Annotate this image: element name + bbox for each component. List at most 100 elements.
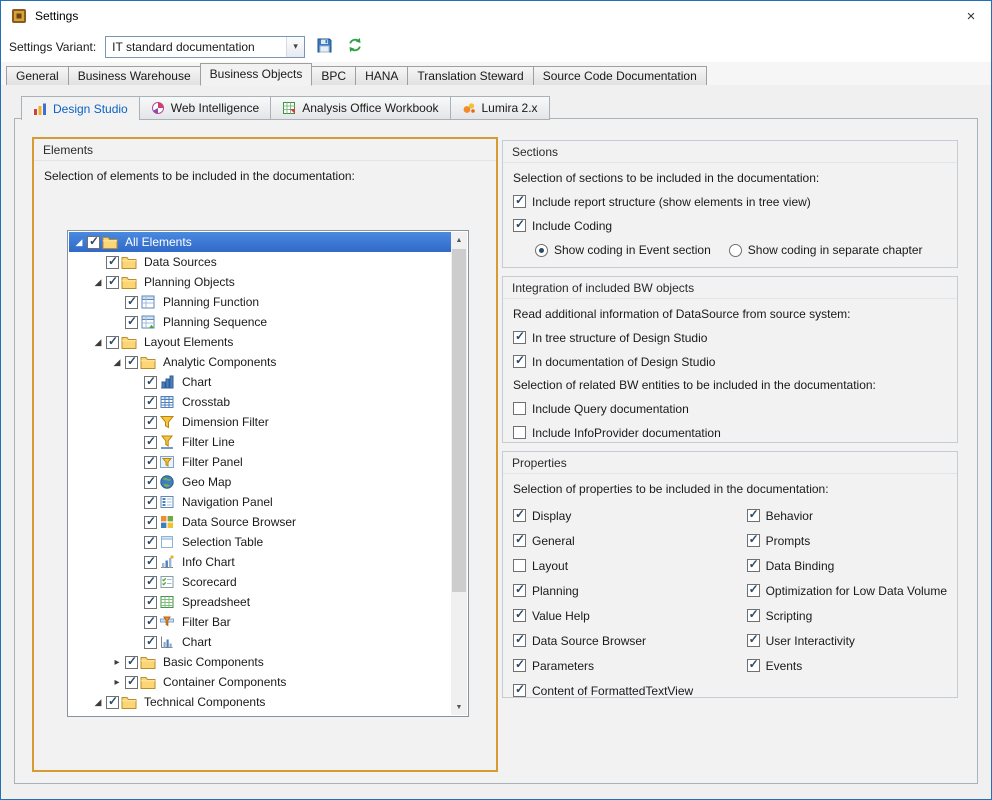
tree-item-checkbox[interactable] [144,436,157,449]
scrollbar-thumb[interactable] [452,249,466,592]
checkbox[interactable] [513,559,526,572]
integration-option-include-query-documentation[interactable]: Include Query documentation [513,401,947,416]
subtab-design-studio[interactable]: Design Studio [21,96,140,120]
tree-item-checkbox[interactable] [144,556,157,569]
tree-item-filter-line[interactable]: Filter Line [69,432,451,452]
tree-item-data-sources[interactable]: Data Sources [69,252,451,272]
save-variant-button[interactable] [312,35,336,59]
tab-general[interactable]: General [6,66,69,85]
property-option-optimization-for-low-data-volume[interactable]: Optimization for Low Data Volume [747,583,947,598]
radio-show-coding-in-event-section[interactable]: Show coding in Event section [535,243,711,257]
property-option-behavior[interactable]: Behavior [747,508,947,523]
checkbox[interactable] [513,684,526,697]
checkbox[interactable] [747,559,760,572]
combobox-dropdown-button[interactable]: ▾ [286,37,304,57]
tree-item-checkbox[interactable] [144,576,157,589]
property-option-data-source-browser[interactable]: Data Source Browser [513,633,747,648]
tree-collapse-icon[interactable]: ◢ [109,357,125,368]
settings-variant-combobox[interactable]: IT standard documentation ▾ [105,36,305,58]
tree-expand-icon[interactable]: ▸ [109,677,125,688]
tab-business-objects[interactable]: Business Objects [200,63,313,86]
tree-item-checkbox[interactable] [125,676,138,689]
tree-item-geo-map[interactable]: Geo Map [69,472,451,492]
checkbox[interactable] [747,634,760,647]
property-option-general[interactable]: General [513,533,747,548]
tab-translation-steward[interactable]: Translation Steward [407,66,533,85]
tree-item-analytic-components[interactable]: ◢Analytic Components [69,352,451,372]
tree-item-checkbox[interactable] [125,316,138,329]
subtab-analysis-office-workbook[interactable]: Analysis Office Workbook [270,96,450,120]
tree-collapse-icon[interactable]: ◢ [90,697,106,708]
tree-item-filter-bar[interactable]: Filter Bar [69,612,451,632]
checkbox[interactable] [513,609,526,622]
tree-item-planning-objects[interactable]: ◢Planning Objects [69,272,451,292]
tree-item-checkbox[interactable] [125,656,138,669]
tree-item-info-chart[interactable]: Info Chart [69,552,451,572]
property-option-content-of-formattedtextview[interactable]: Content of FormattedTextView [513,683,747,698]
subtab-web-intelligence[interactable]: Web Intelligence [139,96,272,120]
subtab-lumira-2-x[interactable]: Lumira 2.x [450,96,550,120]
tree-item-checkbox[interactable] [125,356,138,369]
checkbox[interactable] [513,331,526,344]
checkbox[interactable] [513,584,526,597]
tree-item-checkbox[interactable] [144,376,157,389]
tree-item-checkbox[interactable] [125,296,138,309]
radio-button[interactable] [535,244,548,257]
checkbox[interactable] [747,609,760,622]
tree-item-checkbox[interactable] [144,516,157,529]
tree-item-filter-panel[interactable]: Filter Panel [69,452,451,472]
refresh-variant-button[interactable] [343,35,367,59]
tree-item-checkbox[interactable] [87,236,100,249]
scroll-down-button[interactable]: ▼ [451,699,467,715]
tree-item-layout-elements[interactable]: ◢Layout Elements [69,332,451,352]
checkbox[interactable] [513,195,526,208]
tab-bpc[interactable]: BPC [311,66,356,85]
checkbox[interactable] [747,509,760,522]
tree-item-planning-sequence[interactable]: Planning Sequence [69,312,451,332]
tree-item-chart[interactable]: Chart [69,372,451,392]
tree-scrollbar[interactable]: ▲ ▼ [451,232,467,715]
property-option-data-binding[interactable]: Data Binding [747,558,947,573]
tab-source-code-documentation[interactable]: Source Code Documentation [533,66,707,85]
tree-collapse-icon[interactable]: ◢ [90,277,106,288]
tree-expand-icon[interactable]: ▸ [109,657,125,668]
tree-item-checkbox[interactable] [106,276,119,289]
property-option-events[interactable]: Events [747,658,947,673]
tree-item-checkbox[interactable] [144,396,157,409]
tree-item-checkbox[interactable] [144,456,157,469]
property-option-value-help[interactable]: Value Help [513,608,747,623]
checkbox[interactable] [513,402,526,415]
integration-option-include-infoprovider-documentation[interactable]: Include InfoProvider documentation [513,425,947,440]
tree-item-checkbox[interactable] [144,636,157,649]
checkbox[interactable] [513,219,526,232]
property-option-parameters[interactable]: Parameters [513,658,747,673]
tree-item-checkbox[interactable] [144,496,157,509]
tree-item-checkbox[interactable] [144,536,157,549]
property-option-user-interactivity[interactable]: User Interactivity [747,633,947,648]
tree-item-navigation-panel[interactable]: Navigation Panel [69,492,451,512]
property-option-layout[interactable]: Layout [513,558,747,573]
checkbox[interactable] [513,509,526,522]
tree-item-checkbox[interactable] [106,696,119,709]
tree-item-checkbox[interactable] [144,416,157,429]
property-option-display[interactable]: Display [513,508,747,523]
tree-item-checkbox[interactable] [144,476,157,489]
tree-item-checkbox[interactable] [144,616,157,629]
checkbox[interactable] [513,659,526,672]
scroll-up-button[interactable]: ▲ [451,232,467,248]
close-button[interactable]: × [951,1,991,31]
tree-item-checkbox[interactable] [144,596,157,609]
tree-item-selection-table[interactable]: Selection Table [69,532,451,552]
tree-collapse-icon[interactable]: ◢ [71,237,87,248]
tree-item-all-elements[interactable]: ◢All Elements [69,232,451,252]
property-option-planning[interactable]: Planning [513,583,747,598]
checkbox[interactable] [513,534,526,547]
property-option-scripting[interactable]: Scripting [747,608,947,623]
tree-item-basic-components[interactable]: ▸Basic Components [69,652,451,672]
tab-hana[interactable]: HANA [355,66,408,85]
checkbox[interactable] [513,426,526,439]
tree-collapse-icon[interactable]: ◢ [90,337,106,348]
tree-item-checkbox[interactable] [106,336,119,349]
tab-business-warehouse[interactable]: Business Warehouse [68,66,201,85]
tree-item-technical-components[interactable]: ◢Technical Components [69,692,451,712]
